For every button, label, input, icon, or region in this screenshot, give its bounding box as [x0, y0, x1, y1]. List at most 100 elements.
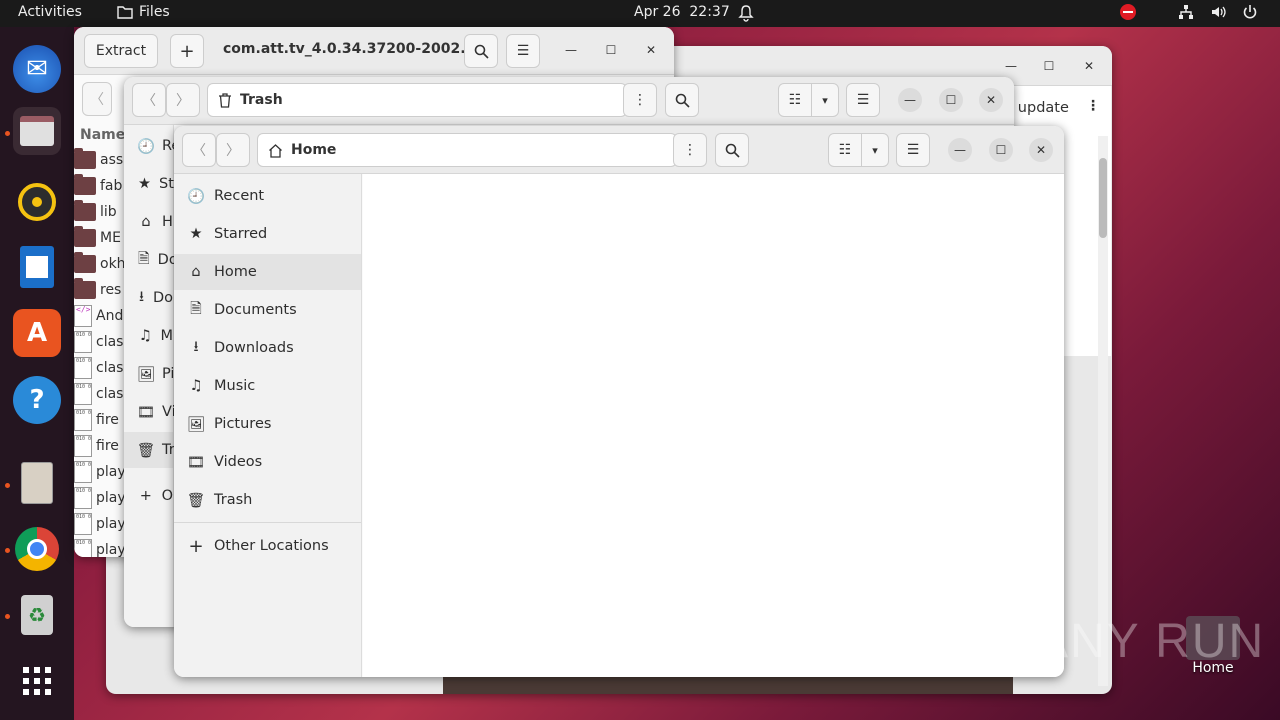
file-row[interactable]: okh	[74, 251, 126, 277]
list-view-button[interactable]: ☷	[828, 133, 862, 167]
file-row[interactable]: 010 001 100fire	[74, 407, 119, 433]
sidebar-icon: 🗑	[136, 442, 156, 459]
scrollbar[interactable]	[1098, 136, 1108, 686]
file-row[interactable]: 010 001 100play	[74, 537, 126, 557]
rhythmbox-icon[interactable]	[13, 178, 61, 226]
extract-button[interactable]: Extract	[84, 34, 158, 68]
sidebar-item[interactable]: + O	[124, 478, 173, 514]
more-icon[interactable]: ⋮	[1086, 98, 1100, 114]
sidebar-item-videos[interactable]: 🎞 Videos	[174, 444, 361, 480]
thunderbird-icon[interactable]: ✉	[13, 45, 61, 93]
app-menu[interactable]: Files	[117, 4, 170, 20]
view-options-button[interactable]: ▾	[811, 83, 839, 117]
sidebar-item[interactable]: ♫ M	[124, 318, 173, 354]
writer-icon[interactable]	[13, 243, 61, 291]
search-icon	[725, 143, 740, 158]
bell-icon[interactable]	[738, 4, 754, 22]
file-row[interactable]: res	[74, 277, 121, 303]
home-path-bar[interactable]: Home	[257, 133, 677, 167]
clock[interactable]: Apr 26 22:37	[634, 4, 730, 20]
maximize-icon[interactable]: ☐	[599, 38, 623, 62]
minimize-icon[interactable]: —	[559, 38, 583, 62]
sidebar-item[interactable]: ⭳ Do	[124, 280, 173, 316]
list-view-button[interactable]: ☷	[778, 83, 812, 117]
app-grid-icon[interactable]	[13, 657, 61, 705]
view-options-button[interactable]: ▾	[861, 133, 889, 167]
system-tray[interactable]	[1120, 4, 1258, 20]
sidebar-item[interactable]: 🕘 Re	[124, 128, 180, 164]
maximize-icon[interactable]: ☐	[1037, 54, 1061, 78]
sidebar-item-trash[interactable]: 🗑 Trash	[174, 482, 361, 518]
sidebar-item-downloads[interactable]: ⭳ Downloads	[174, 330, 361, 366]
column-name[interactable]: Name	[80, 127, 125, 143]
back-button[interactable]: 〈	[182, 133, 216, 167]
date-text: Apr 26	[634, 4, 681, 20]
close-icon[interactable]: ✕	[1029, 138, 1053, 162]
files-icon[interactable]	[13, 107, 61, 155]
forward-button[interactable]: 〉	[166, 83, 200, 117]
sidebar-item[interactable]: 🗎 Do	[124, 242, 178, 278]
file-name: play	[96, 542, 126, 557]
minimize-icon[interactable]: —	[948, 138, 972, 162]
close-icon[interactable]: ✕	[979, 88, 1003, 112]
home-sidebar: 🕘 Recent ★ Starred ⌂ Home 🗎 Documents ⭳ Downloads…	[174, 174, 362, 677]
sidebar-item-home[interactable]: ⌂ Home	[174, 254, 361, 290]
sidebar-item-label: O	[161, 488, 173, 504]
add-button[interactable]: +	[170, 34, 204, 68]
sidebar-item-music[interactable]: ♫ Music	[174, 368, 361, 404]
file-row[interactable]: lib	[74, 199, 117, 225]
sidebar-item[interactable]: 🎞 Vi	[124, 394, 176, 430]
file-row[interactable]: 010 001 100clas	[74, 329, 123, 355]
path-menu-button[interactable]: ⋮	[673, 133, 707, 167]
search-button[interactable]	[464, 34, 498, 68]
archive-icon[interactable]	[13, 459, 61, 507]
sidebar-item-starred[interactable]: ★ Starred	[174, 216, 361, 252]
hamburger-icon: ☰	[906, 142, 920, 158]
file-row[interactable]: 010 001 100play	[74, 511, 126, 537]
plus-icon: +	[188, 535, 204, 557]
volume-icon	[1212, 6, 1226, 18]
file-row[interactable]: 010 001 100play	[74, 459, 126, 485]
forward-button[interactable]: 〉	[216, 133, 250, 167]
back-button[interactable]: 〈	[82, 82, 112, 116]
maximize-icon[interactable]: ☐	[989, 138, 1013, 162]
binary-file-icon: 010 001 100	[74, 487, 92, 509]
file-row[interactable]: 010 001 100fire	[74, 433, 119, 459]
sidebar-item-recent[interactable]: 🕘 Recent	[174, 178, 361, 214]
sidebar-item-documents[interactable]: 🗎 Documents	[174, 292, 361, 328]
file-row[interactable]: ass	[74, 147, 123, 173]
sidebar-item[interactable]: ⌂ H	[124, 204, 173, 240]
maximize-icon[interactable]: ☐	[939, 88, 963, 112]
binary-file-icon: 010 001 100	[74, 435, 92, 457]
app-center-icon[interactable]: A	[13, 309, 61, 357]
close-icon[interactable]: ✕	[639, 38, 663, 62]
sidebar-item[interactable]: 🖼 Pi	[124, 356, 175, 392]
file-row[interactable]: 010 001 100clas	[74, 381, 123, 407]
file-row[interactable]: </> And	[74, 303, 123, 329]
sidebar-item[interactable]: ★ St	[124, 166, 174, 202]
minimize-icon[interactable]: —	[898, 88, 922, 112]
hamburger-icon: ☰	[516, 43, 530, 59]
activities-button[interactable]: Activities	[18, 4, 82, 20]
dock: ✉ A ? ♻	[0, 27, 74, 720]
help-icon[interactable]: ?	[13, 376, 61, 424]
search-button[interactable]	[715, 133, 749, 167]
path-menu-button[interactable]: ⋮	[623, 83, 657, 117]
chrome-icon[interactable]	[13, 525, 61, 573]
file-row[interactable]: 010 001 100play	[74, 485, 126, 511]
menu-button[interactable]: ☰	[506, 34, 540, 68]
menu-button[interactable]: ☰	[846, 83, 880, 117]
sidebar-item-pictures[interactable]: 🖼 Pictures	[174, 406, 361, 442]
recycle-bin-icon[interactable]: ♻	[13, 591, 61, 639]
file-row[interactable]: 010 001 100clas	[74, 355, 123, 381]
close-icon[interactable]: ✕	[1077, 54, 1101, 78]
sidebar-item[interactable]: 🗑 Tr	[124, 432, 175, 468]
back-button[interactable]: 〈	[132, 83, 166, 117]
search-button[interactable]	[665, 83, 699, 117]
minimize-icon[interactable]: —	[999, 54, 1023, 78]
menu-button[interactable]: ☰	[896, 133, 930, 167]
file-row[interactable]: ME	[74, 225, 121, 251]
sidebar-item-other-locations[interactable]: + Other Locations	[174, 528, 361, 564]
file-row[interactable]: fab	[74, 173, 122, 199]
trash-path-bar[interactable]: Trash	[207, 83, 627, 117]
